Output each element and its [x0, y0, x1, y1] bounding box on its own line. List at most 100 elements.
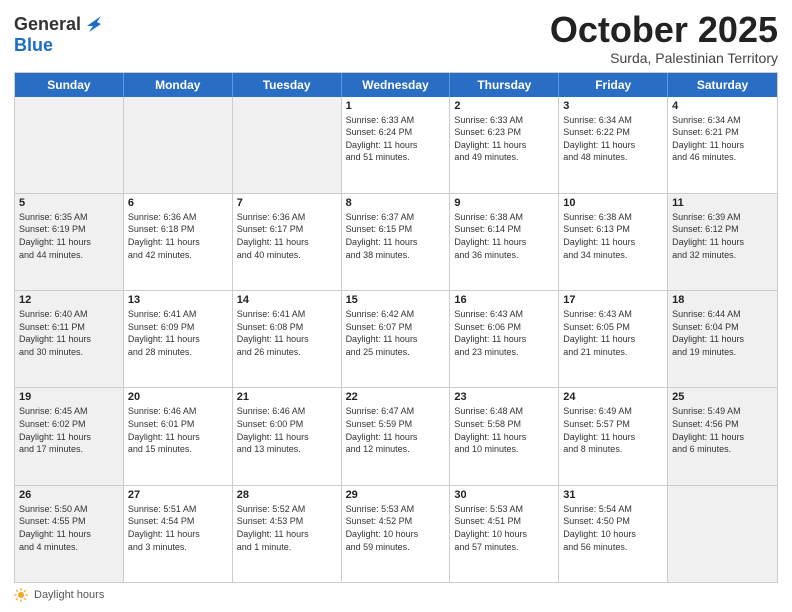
- cell-text: Sunrise: 6:33 AM Sunset: 6:23 PM Dayligh…: [454, 114, 554, 164]
- cell-text: Sunrise: 6:43 AM Sunset: 6:06 PM Dayligh…: [454, 308, 554, 358]
- cell-text: Sunrise: 6:38 AM Sunset: 6:13 PM Dayligh…: [563, 211, 663, 261]
- cell-text: Sunrise: 5:53 AM Sunset: 4:52 PM Dayligh…: [346, 503, 446, 553]
- cal-cell: 23 Sunrise: 6:48 AM Sunset: 5:58 PM Dayli…: [450, 388, 559, 484]
- logo-general: General: [14, 15, 81, 35]
- cal-cell: 27 Sunrise: 5:51 AM Sunset: 4:54 PM Dayli…: [124, 486, 233, 582]
- cell-text: Sunrise: 5:54 AM Sunset: 4:50 PM Dayligh…: [563, 503, 663, 553]
- cell-text: Sunrise: 6:34 AM Sunset: 6:22 PM Dayligh…: [563, 114, 663, 164]
- day-number: 4: [672, 100, 773, 112]
- cal-week-5: 26Sunrise: 5:50 AM Sunset: 4:55 PM Dayli…: [15, 485, 777, 582]
- day-number: 14: [237, 294, 337, 306]
- cal-cell: 10 Sunrise: 6:38 AM Sunset: 6:13 PM Dayli…: [559, 194, 668, 290]
- cal-week-1: 1 Sunrise: 6:33 AM Sunset: 6:24 PM Daylig…: [15, 97, 777, 193]
- cal-cell: 13Sunrise: 6:41 AM Sunset: 6:09 PM Dayli…: [124, 291, 233, 387]
- cell-text: Sunrise: 6:48 AM Sunset: 5:58 PM Dayligh…: [454, 405, 554, 455]
- month-title: October 2025: [550, 10, 778, 50]
- cal-cell: 17Sunrise: 6:43 AM Sunset: 6:05 PM Dayli…: [559, 291, 668, 387]
- cal-cell: 4 Sunrise: 6:34 AM Sunset: 6:21 PM Daylig…: [668, 97, 777, 193]
- cell-text: Sunrise: 6:35 AM Sunset: 6:19 PM Dayligh…: [19, 211, 119, 261]
- day-number: 16: [454, 294, 554, 306]
- cal-cell: [668, 486, 777, 582]
- cell-text: Sunrise: 6:46 AM Sunset: 6:01 PM Dayligh…: [128, 405, 228, 455]
- cell-text: Sunrise: 6:37 AM Sunset: 6:15 PM Dayligh…: [346, 211, 446, 261]
- cal-cell: [124, 97, 233, 193]
- cal-cell: 12 Sunrise: 6:40 AM Sunset: 6:11 PM Dayli…: [15, 291, 124, 387]
- cal-cell: 26Sunrise: 5:50 AM Sunset: 4:55 PM Dayli…: [15, 486, 124, 582]
- logo-blue: Blue: [14, 36, 105, 56]
- cell-text: Sunrise: 6:41 AM Sunset: 6:09 PM Dayligh…: [128, 308, 228, 358]
- cell-text: Sunrise: 6:46 AM Sunset: 6:00 PM Dayligh…: [237, 405, 337, 455]
- day-number: 12: [19, 294, 119, 306]
- cal-cell: [15, 97, 124, 193]
- cal-cell: 5 Sunrise: 6:35 AM Sunset: 6:19 PM Daylig…: [15, 194, 124, 290]
- cell-text: Sunrise: 6:33 AM Sunset: 6:24 PM Dayligh…: [346, 114, 446, 164]
- header: General Blue October 2025 Surda, Palesti…: [14, 10, 778, 66]
- cal-cell: [233, 97, 342, 193]
- page: General Blue October 2025 Surda, Palesti…: [0, 0, 792, 612]
- cal-cell: 7Sunrise: 6:36 AM Sunset: 6:17 PM Daylig…: [233, 194, 342, 290]
- cal-cell: 15Sunrise: 6:42 AM Sunset: 6:07 PM Dayli…: [342, 291, 451, 387]
- cal-header-saturday: Saturday: [668, 73, 777, 97]
- day-number: 2: [454, 100, 554, 112]
- calendar-body: 1 Sunrise: 6:33 AM Sunset: 6:24 PM Daylig…: [15, 97, 777, 582]
- cal-header-monday: Monday: [124, 73, 233, 97]
- cal-week-2: 5 Sunrise: 6:35 AM Sunset: 6:19 PM Daylig…: [15, 193, 777, 290]
- day-number: 3: [563, 100, 663, 112]
- cal-cell: 22Sunrise: 6:47 AM Sunset: 5:59 PM Dayli…: [342, 388, 451, 484]
- day-number: 8: [346, 197, 446, 209]
- title-block: October 2025 Surda, Palestinian Territor…: [550, 10, 778, 66]
- cal-cell: 29Sunrise: 5:53 AM Sunset: 4:52 PM Dayli…: [342, 486, 451, 582]
- day-number: 11: [672, 197, 773, 209]
- cell-text: Sunrise: 6:44 AM Sunset: 6:04 PM Dayligh…: [672, 308, 773, 358]
- cal-cell: 24Sunrise: 6:49 AM Sunset: 5:57 PM Dayli…: [559, 388, 668, 484]
- sun-icon: [14, 588, 28, 602]
- day-number: 5: [19, 197, 119, 209]
- cal-header-sunday: Sunday: [15, 73, 124, 97]
- cal-cell: 20Sunrise: 6:46 AM Sunset: 6:01 PM Dayli…: [124, 388, 233, 484]
- day-number: 1: [346, 100, 446, 112]
- cal-cell: 31Sunrise: 5:54 AM Sunset: 4:50 PM Dayli…: [559, 486, 668, 582]
- cell-text: Sunrise: 5:49 AM Sunset: 4:56 PM Dayligh…: [672, 405, 773, 455]
- cell-text: Sunrise: 6:34 AM Sunset: 6:21 PM Dayligh…: [672, 114, 773, 164]
- logo-icon: [83, 14, 105, 36]
- cell-text: Sunrise: 6:40 AM Sunset: 6:11 PM Dayligh…: [19, 308, 119, 358]
- cal-cell: 25Sunrise: 5:49 AM Sunset: 4:56 PM Dayli…: [668, 388, 777, 484]
- cell-text: Sunrise: 6:39 AM Sunset: 6:12 PM Dayligh…: [672, 211, 773, 261]
- day-number: 10: [563, 197, 663, 209]
- cal-cell: 21 Sunrise: 6:46 AM Sunset: 6:00 PM Dayli…: [233, 388, 342, 484]
- day-number: 6: [128, 197, 228, 209]
- cal-header-thursday: Thursday: [450, 73, 559, 97]
- cal-cell: 9 Sunrise: 6:38 AM Sunset: 6:14 PM Daylig…: [450, 194, 559, 290]
- day-number: 9: [454, 197, 554, 209]
- cell-text: Sunrise: 5:51 AM Sunset: 4:54 PM Dayligh…: [128, 503, 228, 553]
- cal-cell: 28Sunrise: 5:52 AM Sunset: 4:53 PM Dayli…: [233, 486, 342, 582]
- cell-text: Sunrise: 5:50 AM Sunset: 4:55 PM Dayligh…: [19, 503, 119, 553]
- day-number: 18: [672, 294, 773, 306]
- cell-text: Sunrise: 6:47 AM Sunset: 5:59 PM Dayligh…: [346, 405, 446, 455]
- footer: Daylight hours: [14, 588, 778, 602]
- day-number: 27: [128, 489, 228, 501]
- cell-text: Sunrise: 6:38 AM Sunset: 6:14 PM Dayligh…: [454, 211, 554, 261]
- daylight-label: Daylight hours: [34, 589, 104, 601]
- cal-cell: 3 Sunrise: 6:34 AM Sunset: 6:22 PM Daylig…: [559, 97, 668, 193]
- cal-week-4: 19Sunrise: 6:45 AM Sunset: 6:02 PM Dayli…: [15, 387, 777, 484]
- cal-cell: 1 Sunrise: 6:33 AM Sunset: 6:24 PM Daylig…: [342, 97, 451, 193]
- cal-cell: 14 Sunrise: 6:41 AM Sunset: 6:08 PM Dayli…: [233, 291, 342, 387]
- cal-cell: 2 Sunrise: 6:33 AM Sunset: 6:23 PM Daylig…: [450, 97, 559, 193]
- cal-cell: 30 Sunrise: 5:53 AM Sunset: 4:51 PM Dayli…: [450, 486, 559, 582]
- calendar-header-row: SundayMondayTuesdayWednesdayThursdayFrid…: [15, 73, 777, 97]
- cal-cell: 11 Sunrise: 6:39 AM Sunset: 6:12 PM Dayli…: [668, 194, 777, 290]
- calendar: SundayMondayTuesdayWednesdayThursdayFrid…: [14, 72, 778, 583]
- cal-header-friday: Friday: [559, 73, 668, 97]
- cell-text: Sunrise: 6:45 AM Sunset: 6:02 PM Dayligh…: [19, 405, 119, 455]
- cell-text: Sunrise: 6:41 AM Sunset: 6:08 PM Dayligh…: [237, 308, 337, 358]
- cal-header-wednesday: Wednesday: [342, 73, 451, 97]
- day-number: 21: [237, 391, 337, 403]
- cell-text: Sunrise: 6:49 AM Sunset: 5:57 PM Dayligh…: [563, 405, 663, 455]
- cal-cell: 18 Sunrise: 6:44 AM Sunset: 6:04 PM Dayli…: [668, 291, 777, 387]
- day-number: 23: [454, 391, 554, 403]
- location-subtitle: Surda, Palestinian Territory: [550, 50, 778, 66]
- day-number: 30: [454, 489, 554, 501]
- day-number: 15: [346, 294, 446, 306]
- cell-text: Sunrise: 5:53 AM Sunset: 4:51 PM Dayligh…: [454, 503, 554, 553]
